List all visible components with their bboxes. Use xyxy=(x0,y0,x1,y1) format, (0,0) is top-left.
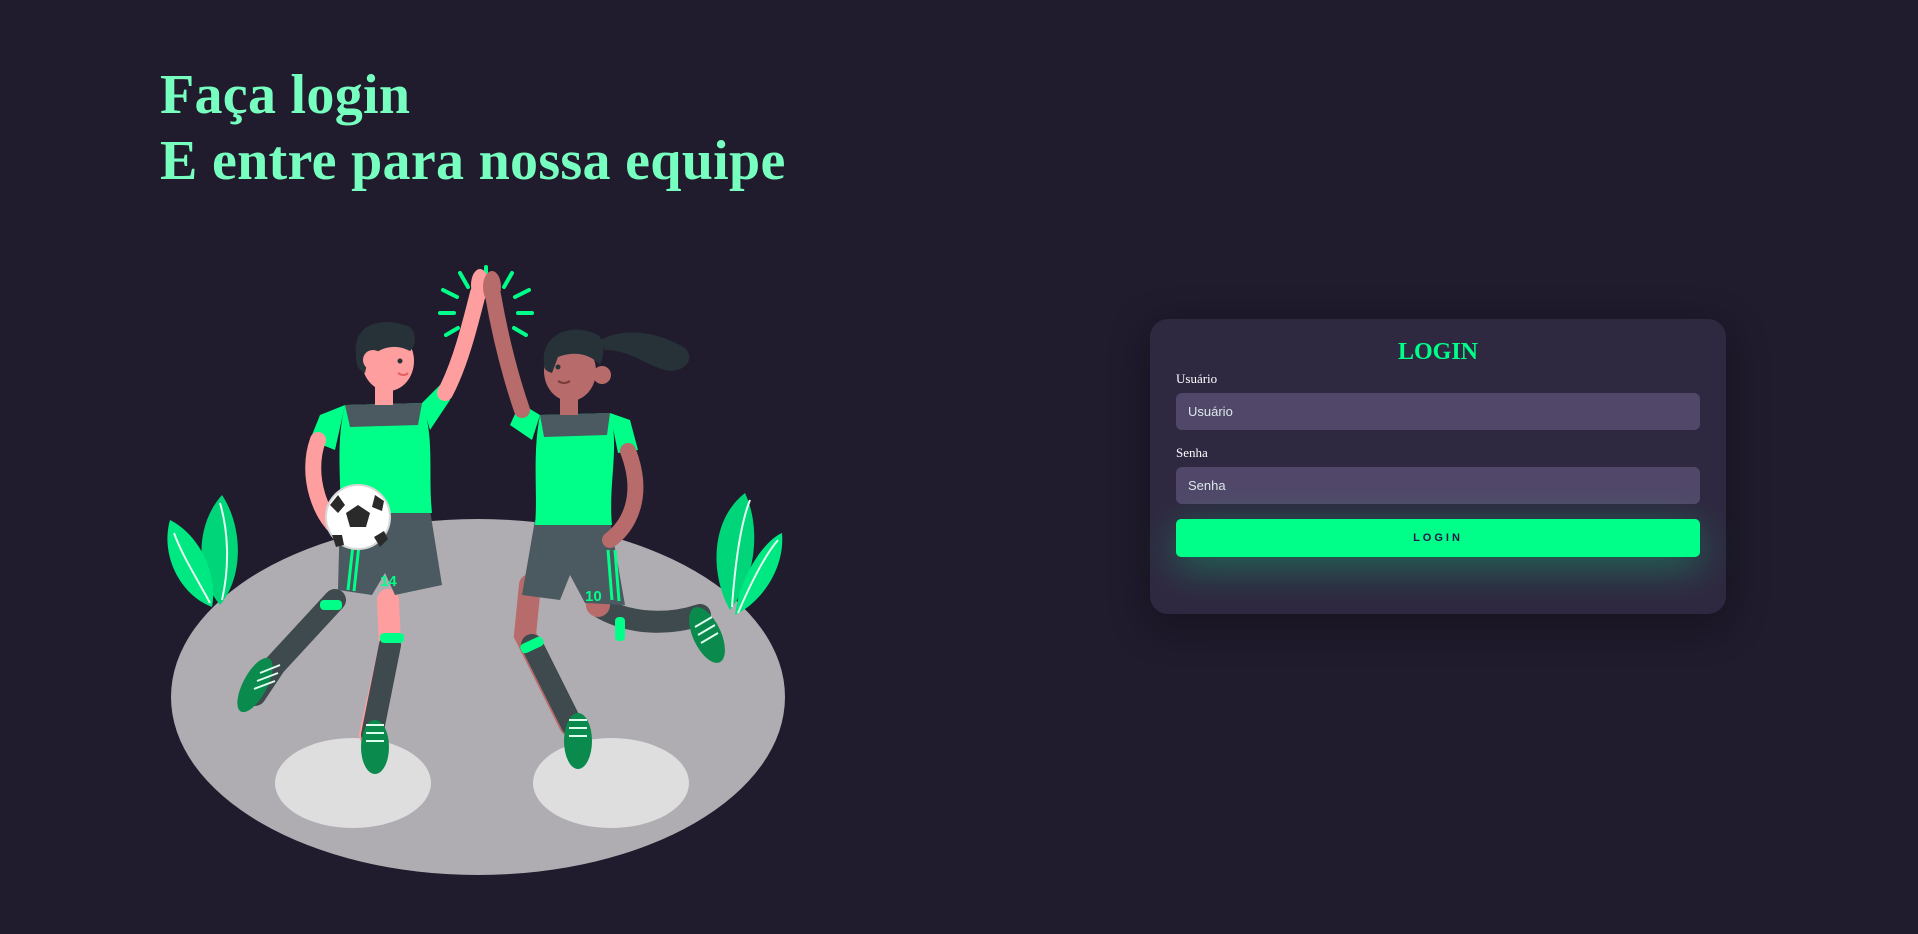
right-shadow xyxy=(533,738,689,828)
username-label: Usuário xyxy=(1176,371,1218,386)
password-input[interactable] xyxy=(1176,467,1700,504)
headline-line-2: E entre para nossa equipe xyxy=(160,130,786,192)
password-label: Senha xyxy=(1176,445,1208,460)
headline-line-1: Faça login xyxy=(160,64,411,126)
soccer-players-illustration: 14 10 xyxy=(160,255,800,885)
soccer-ball-icon xyxy=(325,484,391,550)
left-player-number: 14 xyxy=(380,573,397,590)
left-plant-icon xyxy=(167,495,238,607)
page-title: Faça login E entre para nossa equipe xyxy=(160,62,860,194)
login-card-title: LOGIN xyxy=(1397,339,1478,365)
login-card: LOGIN Usuário Senha Login xyxy=(1150,319,1726,614)
left-shadow xyxy=(275,738,431,828)
username-input[interactable] xyxy=(1176,393,1700,430)
right-player-number: 10 xyxy=(585,588,602,605)
login-button[interactable]: Login xyxy=(1176,519,1700,557)
hero-section: Faça login E entre para nossa equipe xyxy=(160,62,860,194)
right-plant-icon xyxy=(716,493,783,615)
high-five-illustration: 14 10 xyxy=(167,265,785,875)
login-page: Faça login E entre para nossa equipe 14 … xyxy=(0,0,1918,934)
